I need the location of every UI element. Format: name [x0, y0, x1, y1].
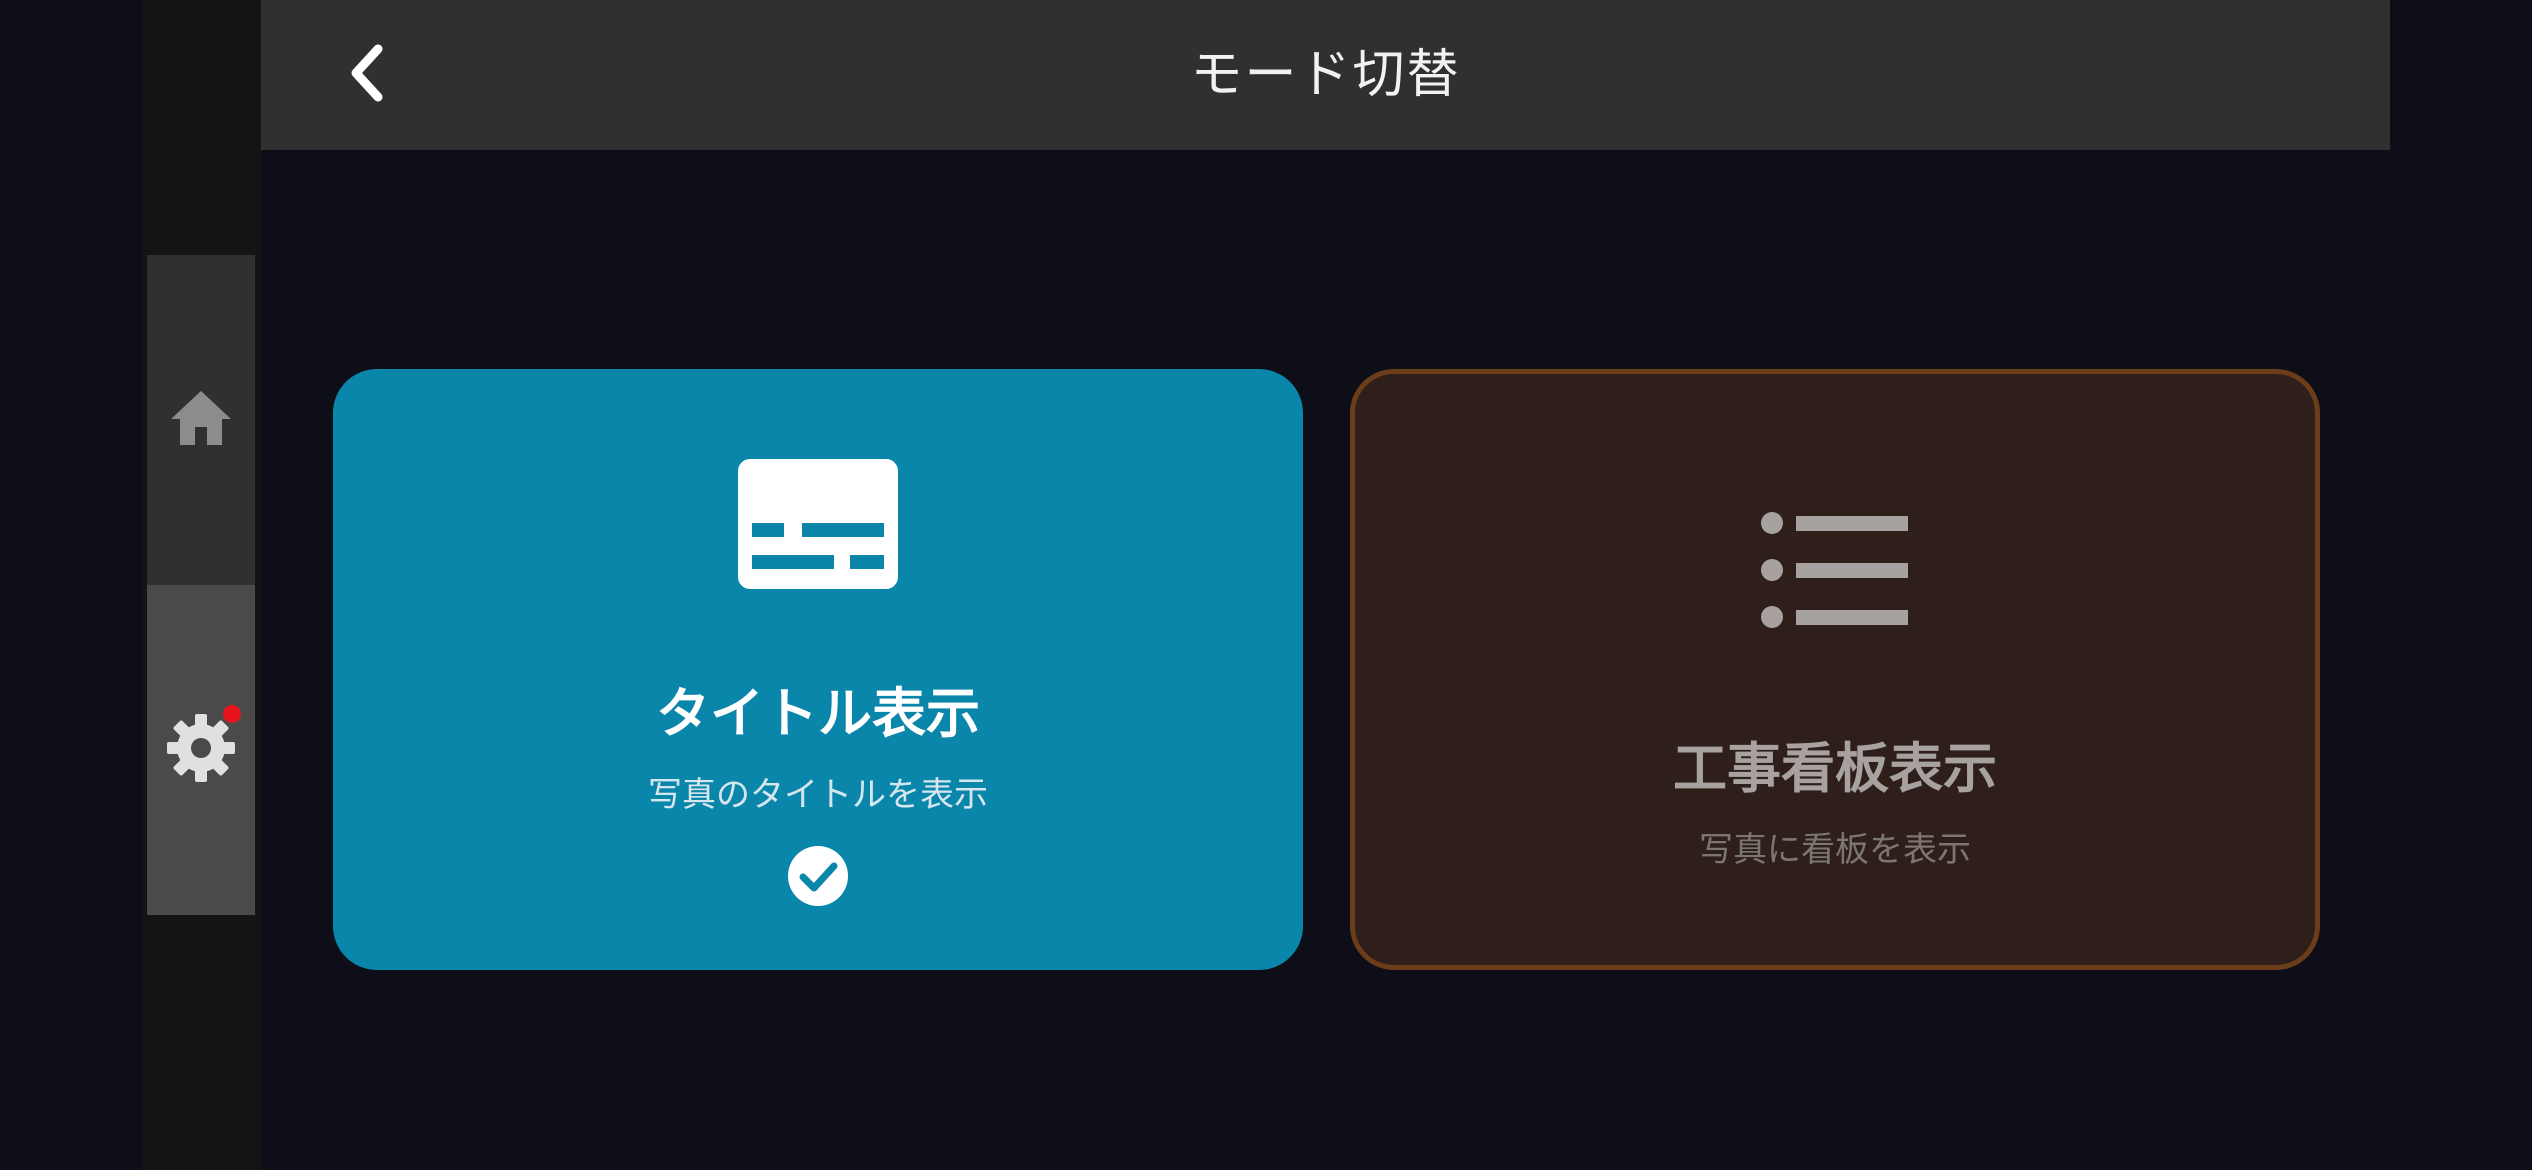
- list-icon: [1760, 509, 1910, 633]
- mode-description: 写真に看板を表示: [1699, 830, 1971, 870]
- check-circle-icon: [787, 845, 849, 911]
- header-bar: モード切替: [261, 0, 2390, 150]
- mode-switch-screen: モード切替 タイトル表示 写真のタイトルを表示 工事看板表示 写真に看板を表示: [0, 0, 2532, 1170]
- home-icon: [169, 389, 233, 451]
- gear-icon: [165, 712, 237, 788]
- mode-card-title-display[interactable]: タイトル表示 写真のタイトルを表示: [333, 369, 1303, 970]
- rail-settings-button[interactable]: [147, 585, 255, 915]
- notification-badge: [223, 705, 241, 723]
- mode-card-sign-display[interactable]: 工事看板表示 写真に看板を表示: [1350, 369, 2320, 970]
- rail-home-button[interactable]: [147, 255, 255, 585]
- page-title: モード切替: [1190, 45, 1461, 105]
- subtitles-icon: [738, 459, 898, 593]
- mode-label: タイトル表示: [656, 682, 980, 745]
- mode-label: 工事看板表示: [1673, 737, 1997, 800]
- mode-description: 写真のタイトルを表示: [648, 775, 988, 815]
- side-rail: [142, 0, 261, 1170]
